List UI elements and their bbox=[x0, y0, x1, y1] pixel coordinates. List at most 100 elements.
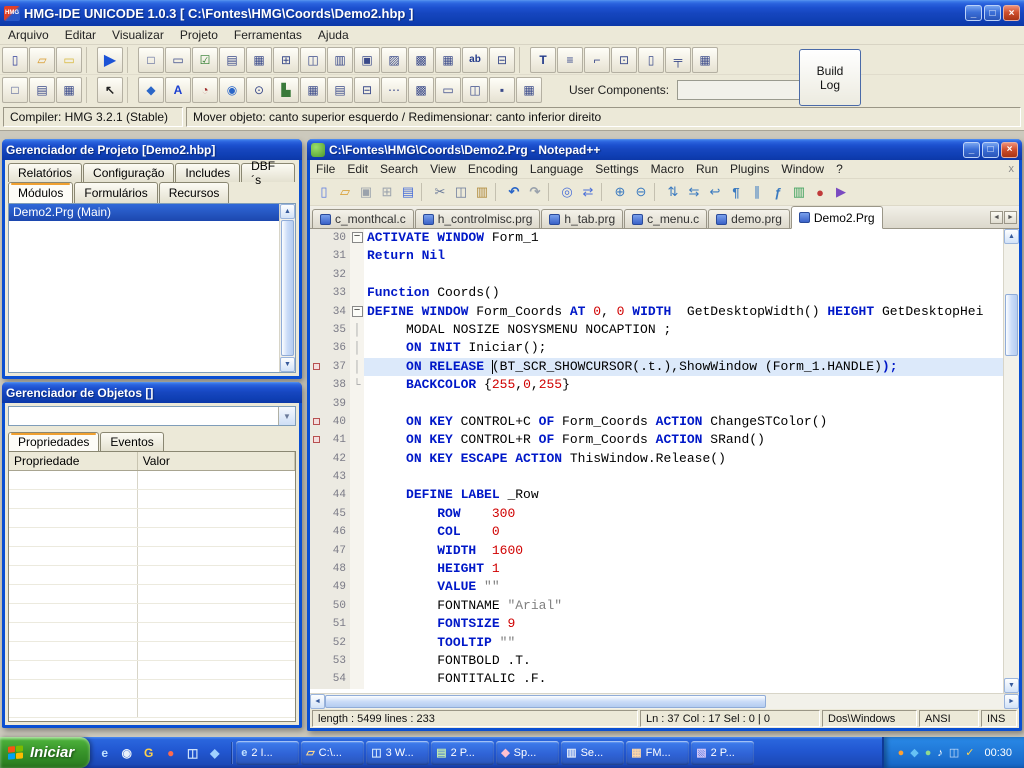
bookmark-margin[interactable] bbox=[310, 542, 322, 560]
ide-menu-item[interactable]: Ajuda bbox=[310, 28, 357, 42]
show-desktop-quicklaunch-icon[interactable]: ◫ bbox=[184, 744, 201, 761]
code-line[interactable]: 38 BACKCOLOR {255,0,255} bbox=[310, 376, 1003, 394]
code-text[interactable]: FONTSIZE 9 bbox=[364, 615, 1003, 633]
new-icon[interactable]: ▯ bbox=[314, 182, 334, 202]
code-line[interactable]: 42 ON KEY ESCAPE ACTION ThisWindow.Relea… bbox=[310, 450, 1003, 468]
taskbar-task-button[interactable]: ▦ FM... bbox=[626, 741, 689, 765]
fold-margin[interactable] bbox=[350, 468, 364, 486]
activex-control-icon[interactable]: ⊡ bbox=[611, 47, 637, 73]
bookmark-margin[interactable] bbox=[310, 597, 322, 615]
notepadpp-menu-item[interactable]: Run bbox=[690, 162, 724, 176]
fold-margin[interactable] bbox=[350, 652, 364, 670]
bookmark-margin[interactable] bbox=[310, 303, 322, 321]
line-number[interactable]: 30 bbox=[322, 229, 350, 247]
object-combobox[interactable]: ▼ bbox=[8, 406, 296, 426]
fold-margin[interactable] bbox=[350, 395, 364, 413]
fold-margin[interactable] bbox=[350, 284, 364, 302]
monthcal-control-icon[interactable]: ▦ bbox=[300, 77, 326, 103]
report-icon[interactable]: ▤ bbox=[29, 77, 55, 103]
code-line[interactable]: 35 MODAL NOSIZE NOSYSMENU NOCAPTION ; bbox=[310, 321, 1003, 339]
ide-menu-item[interactable]: Ferramentas bbox=[226, 28, 310, 42]
line-control-icon[interactable]: ⌐ bbox=[584, 47, 610, 73]
code-text[interactable]: FONTITALIC .F. bbox=[364, 670, 1003, 688]
project-tab[interactable]: DBF´s bbox=[241, 163, 295, 182]
editor-hscrollbar[interactable]: ◄ ► bbox=[310, 693, 1019, 709]
toolbar-separator[interactable] bbox=[601, 183, 607, 201]
code-line[interactable]: 45 ROW 300 bbox=[310, 505, 1003, 523]
fold-margin[interactable] bbox=[350, 670, 364, 688]
scroll-down-icon[interactable]: ▼ bbox=[280, 357, 295, 372]
scroll-left-icon[interactable]: ◄ bbox=[310, 694, 325, 709]
line-number[interactable]: 34 bbox=[322, 303, 350, 321]
window-icon[interactable]: □ bbox=[2, 77, 28, 103]
code-text[interactable]: WIDTH 1600 bbox=[364, 542, 1003, 560]
ide-menu-item[interactable]: Projeto bbox=[172, 28, 226, 42]
line-number[interactable]: 46 bbox=[322, 523, 350, 541]
taskbar-task-button[interactable]: e 2 I... bbox=[236, 741, 299, 765]
select-pointer-icon[interactable]: ↖ bbox=[97, 77, 123, 103]
option-control-icon[interactable]: ⊙ bbox=[246, 77, 272, 103]
object-manager-title-bar[interactable]: Gerenciador de Objetos [] bbox=[2, 382, 302, 403]
scroll-track[interactable] bbox=[280, 219, 295, 357]
taskbar-task-button[interactable]: ◆ Sp... bbox=[496, 741, 559, 765]
property-row[interactable] bbox=[9, 661, 295, 680]
macro-play-icon[interactable]: ▶ bbox=[831, 182, 851, 202]
fold-margin[interactable] bbox=[350, 542, 364, 560]
line-number[interactable]: 43 bbox=[322, 468, 350, 486]
notepadpp-maximize-button[interactable]: □ bbox=[982, 142, 999, 158]
ide-menu-item[interactable]: Arquivo bbox=[0, 28, 57, 42]
fold-margin[interactable] bbox=[350, 450, 364, 468]
notepadpp-minimize-button[interactable]: _ bbox=[963, 142, 980, 158]
zoom-out-icon[interactable]: ⊖ bbox=[631, 182, 651, 202]
code-line[interactable]: 53 FONTBOLD .T. bbox=[310, 652, 1003, 670]
bookmark-margin[interactable] bbox=[310, 266, 322, 284]
code-text[interactable]: FONTBOLD .T. bbox=[364, 652, 1003, 670]
progressbar-control-icon[interactable]: ⋯ bbox=[381, 77, 407, 103]
toolbar-separator[interactable] bbox=[127, 77, 134, 103]
ie-quicklaunch-icon[interactable]: e bbox=[96, 744, 113, 761]
code-text[interactable] bbox=[364, 395, 1003, 413]
ide-close-button[interactable]: × bbox=[1003, 5, 1020, 21]
image-control-icon[interactable]: ▨ bbox=[381, 47, 407, 73]
fold-margin[interactable] bbox=[350, 321, 364, 339]
firefox-quicklaunch-icon[interactable]: ● bbox=[162, 744, 179, 761]
fold-margin[interactable]: − bbox=[350, 229, 364, 247]
notepadpp-menu-item[interactable]: Plugins bbox=[724, 162, 775, 176]
property-row[interactable] bbox=[9, 528, 295, 547]
ide-menu-item[interactable]: Visualizar bbox=[104, 28, 172, 42]
listbox-control-icon[interactable]: ▥ bbox=[327, 47, 353, 73]
taskbar-task-button[interactable]: ◫ 3 W... bbox=[366, 741, 429, 765]
editor-tab[interactable]: h_controlmisc.prg bbox=[415, 209, 541, 228]
toolbar-control-icon[interactable]: T bbox=[530, 47, 556, 73]
property-row[interactable] bbox=[9, 566, 295, 585]
fold-margin[interactable]: − bbox=[350, 303, 364, 321]
insert-mode-status[interactable]: INS bbox=[981, 710, 1017, 727]
editor-vscrollbar[interactable]: ▲ ▼ bbox=[1003, 229, 1019, 693]
datepicker-control-icon[interactable]: ▩ bbox=[408, 47, 434, 73]
editor-tab[interactable]: c_menu.c bbox=[624, 209, 707, 228]
font-icon[interactable]: A bbox=[165, 77, 191, 103]
code-text[interactable]: VALUE "" bbox=[364, 578, 1003, 596]
code-text[interactable]: ROW 300 bbox=[364, 505, 1003, 523]
form-control-icon[interactable]: □ bbox=[138, 47, 164, 73]
notepadpp-menu-item[interactable]: Language bbox=[524, 162, 589, 176]
code-line[interactable]: 52 TOOLTIP "" bbox=[310, 634, 1003, 652]
line-number[interactable]: 44 bbox=[322, 486, 350, 504]
replace-icon[interactable]: ⇄ bbox=[578, 182, 598, 202]
code-text[interactable] bbox=[364, 468, 1003, 486]
save-project-icon[interactable]: ▭ bbox=[56, 47, 82, 73]
code-line[interactable]: 33Function Coords() bbox=[310, 284, 1003, 302]
run-icon[interactable]: ▶ bbox=[97, 47, 123, 73]
line-number[interactable]: 38 bbox=[322, 376, 350, 394]
fold-collapse-icon[interactable]: − bbox=[352, 306, 363, 317]
cut-icon[interactable]: ✂ bbox=[430, 182, 450, 202]
code-line[interactable]: 54 FONTITALIC .F. bbox=[310, 670, 1003, 688]
scroll-down-icon[interactable]: ▼ bbox=[1004, 678, 1019, 693]
property-row[interactable] bbox=[9, 699, 295, 718]
scroll-up-icon[interactable]: ▲ bbox=[1004, 229, 1019, 244]
line-number[interactable]: 39 bbox=[322, 395, 350, 413]
toolbar-separator[interactable] bbox=[519, 47, 526, 73]
line-number[interactable]: 36 bbox=[322, 339, 350, 357]
code-line[interactable]: 51 FONTSIZE 9 bbox=[310, 615, 1003, 633]
notepadpp-menu-item[interactable]: Search bbox=[374, 162, 424, 176]
